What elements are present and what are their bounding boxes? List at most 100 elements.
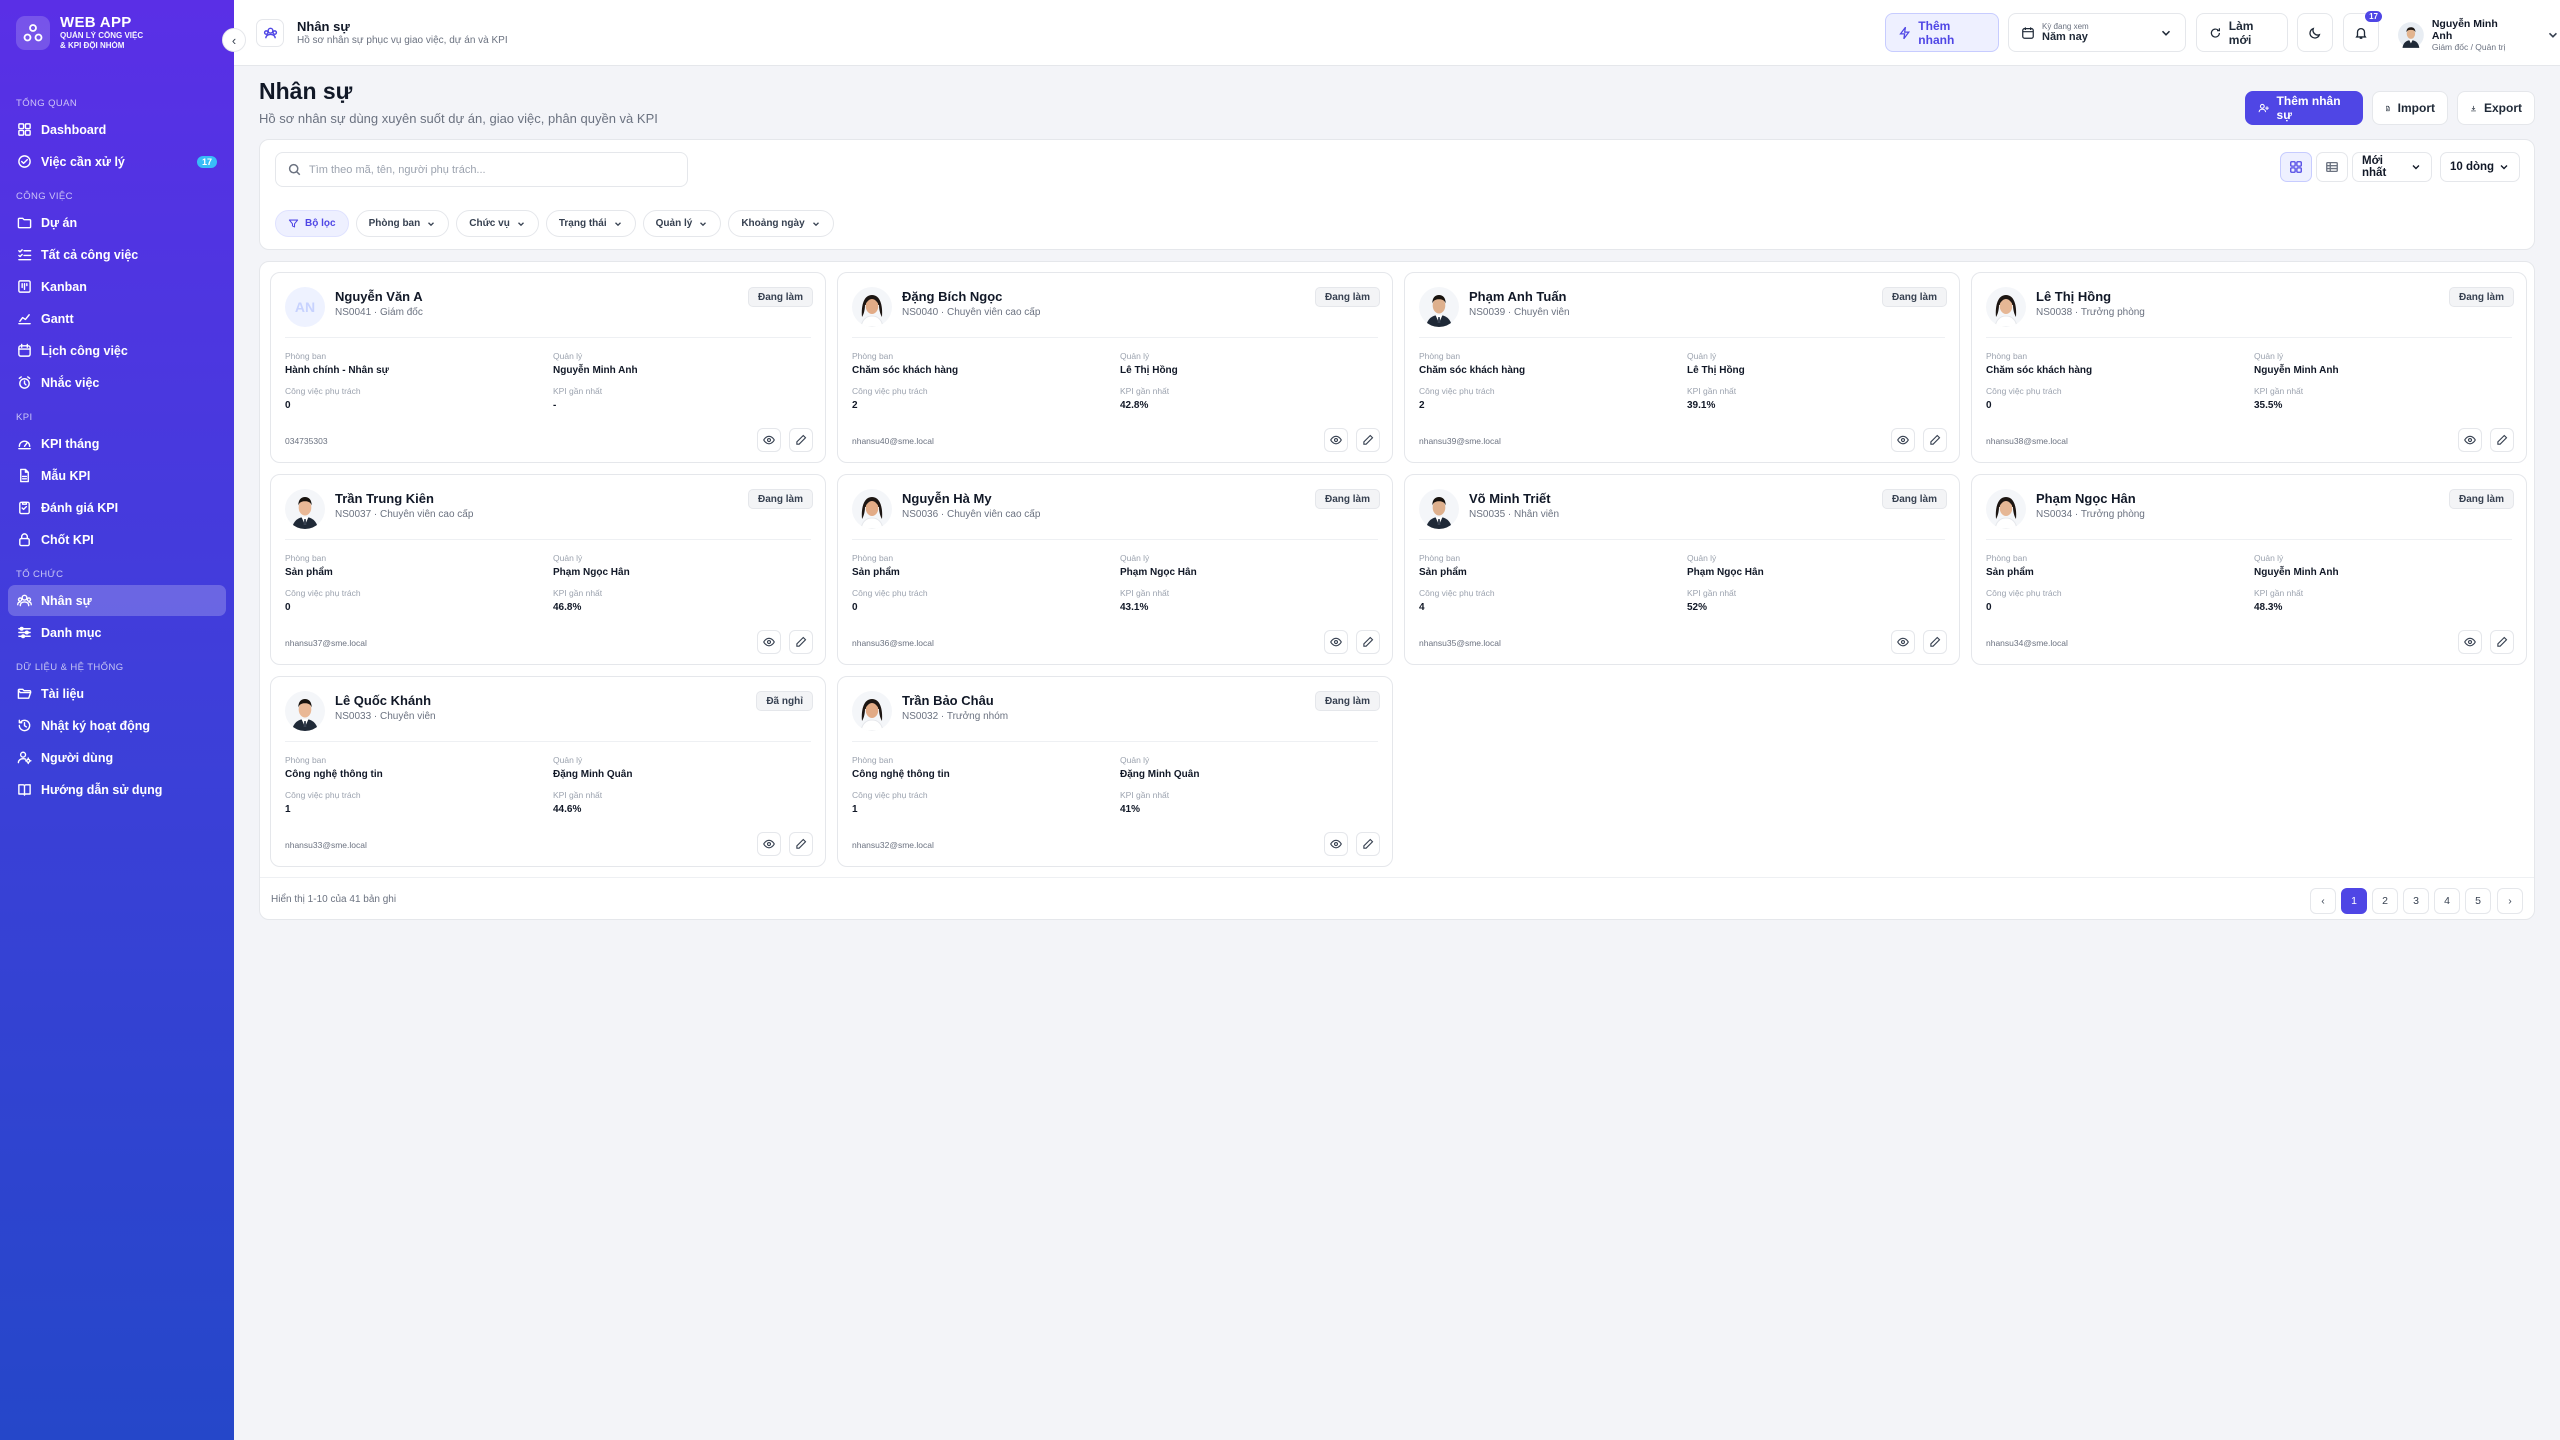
filter-button[interactable]: Bộ lọc: [275, 210, 349, 237]
page-size-select[interactable]: 10 dòng: [2440, 152, 2520, 182]
edit-button[interactable]: [789, 630, 813, 654]
kpi-label: KPI gần nhất: [1687, 588, 1737, 598]
sort-select[interactable]: Mới nhất: [2352, 152, 2432, 182]
avatar: [1986, 489, 2026, 529]
filter-chip-quan-ly[interactable]: Quản lý: [642, 210, 722, 237]
export-button[interactable]: Export: [2457, 91, 2535, 125]
prev-page-button[interactable]: ‹: [2310, 888, 2336, 914]
kpi-label: KPI gần nhất: [1120, 790, 1170, 800]
kpi-label: KPI gần nhất: [1687, 386, 1737, 396]
card-divider: [852, 741, 1378, 742]
employee-card[interactable]: Võ Minh Triết NS0035 · Nhân viên Đang là…: [1404, 474, 1960, 665]
view-button[interactable]: [2458, 428, 2482, 452]
theme-toggle-button[interactable]: [2297, 13, 2333, 52]
sidebar-item-tat-ca-cong-viec[interactable]: Tất cả công việc: [8, 239, 226, 270]
sidebar-item-gantt[interactable]: Gantt: [8, 303, 226, 334]
pencil-icon: [2497, 636, 2508, 647]
edit-button[interactable]: [2490, 428, 2514, 452]
sidebar-item-nguoi-dung[interactable]: Người dùng: [8, 742, 226, 773]
edit-button[interactable]: [789, 832, 813, 856]
edit-button[interactable]: [1356, 630, 1380, 654]
filter-chip-trang-thai[interactable]: Trạng thái: [545, 210, 636, 237]
employee-code-role: NS0035 · Nhân viên: [1469, 509, 1560, 520]
employee-card[interactable]: Lê Thị Hồng NS0038 · Trưởng phòng Đang l…: [1971, 272, 2527, 463]
sidebar-item-kanban[interactable]: Kanban: [8, 271, 226, 302]
employee-card[interactable]: Trần Trung Kiên NS0037 · Chuyên viên cao…: [270, 474, 826, 665]
page-button-5[interactable]: 5: [2465, 888, 2491, 914]
next-page-button[interactable]: ›: [2497, 888, 2523, 914]
view-button[interactable]: [1324, 428, 1348, 452]
sidebar-item-chot-kpi[interactable]: Chốt KPI: [8, 524, 226, 555]
employee-card[interactable]: Phạm Ngọc Hân NS0034 · Trưởng phòng Đang…: [1971, 474, 2527, 665]
table-view-button[interactable]: [2316, 152, 2348, 182]
chevron-down-icon: [2161, 30, 2171, 36]
edit-button[interactable]: [789, 428, 813, 452]
filter-chip-phong-ban[interactable]: Phòng ban: [355, 210, 450, 237]
import-button[interactable]: Import: [2372, 91, 2448, 125]
sidebar-item-kpi-thang[interactable]: KPI tháng: [8, 428, 226, 459]
employee-card[interactable]: Phạm Anh Tuấn NS0039 · Chuyên viên Đang …: [1404, 272, 1960, 463]
app-logo[interactable]: WEB APP QUẢN LÝ CÔNG VIỆC & KPI ĐỘI NHÓM: [16, 14, 143, 51]
sidebar-item-danh-gia-kpi[interactable]: Đánh giá KPI: [8, 492, 226, 523]
view-button[interactable]: [1324, 630, 1348, 654]
employee-card[interactable]: AN Nguyễn Văn A NS0041 · Giám đốc Đang l…: [270, 272, 826, 463]
employee-code-role: NS0033 · Chuyên viên: [335, 711, 436, 722]
count-badge: 17: [196, 155, 217, 168]
employee-card[interactable]: Đặng Bích Ngọc NS0040 · Chuyên viên cao …: [837, 272, 1393, 463]
employee-card[interactable]: Lê Quốc Khánh NS0033 · Chuyên viên Đã ng…: [270, 676, 826, 867]
page-button-1[interactable]: 1: [2341, 888, 2367, 914]
employee-card[interactable]: Nguyễn Hà My NS0036 · Chuyên viên cao cấ…: [837, 474, 1393, 665]
sidebar-item-viec-can-xu-ly[interactable]: Việc cần xử lý 17: [8, 146, 226, 177]
edit-button[interactable]: [1356, 832, 1380, 856]
search-box[interactable]: [275, 152, 688, 187]
edit-button[interactable]: [1923, 428, 1947, 452]
refresh-button[interactable]: Làm mới: [2196, 13, 2288, 52]
quick-add-button[interactable]: Thêm nhanh: [1885, 13, 1999, 52]
edit-button[interactable]: [1923, 630, 1947, 654]
sidebar-item-danh-muc[interactable]: Danh mục: [8, 617, 226, 648]
sidebar-item-huong-dan-su-dung[interactable]: Hướng dẫn sử dụng: [8, 774, 226, 805]
search-icon: [288, 163, 301, 176]
add-employee-button[interactable]: Thêm nhân sự: [2245, 91, 2363, 125]
employee-card[interactable]: Trần Bảo Châu NS0032 · Trưởng nhóm Đang …: [837, 676, 1393, 867]
filter-chip-khoang-ngay[interactable]: Khoảng ngày: [728, 210, 834, 237]
edit-button[interactable]: [1356, 428, 1380, 452]
view-button[interactable]: [757, 428, 781, 452]
period-select[interactable]: Kỳ đang xem Năm nay: [2008, 13, 2186, 52]
sidebar-item-nhan-su[interactable]: Nhân sự: [8, 585, 226, 616]
edit-button[interactable]: [2490, 630, 2514, 654]
sidebar-item-lich-cong-viec[interactable]: Lịch công việc: [8, 335, 226, 366]
status-badge: Đang làm: [1314, 691, 1380, 711]
filter-chip-chuc-vu[interactable]: Chức vụ: [456, 210, 539, 237]
view-button[interactable]: [1324, 832, 1348, 856]
bell-icon: [2355, 27, 2367, 39]
view-button[interactable]: [1891, 428, 1915, 452]
view-button[interactable]: [2458, 630, 2482, 654]
sidebar-item-mau-kpi[interactable]: Mẫu KPI: [8, 460, 226, 491]
page-button-2[interactable]: 2: [2372, 888, 2398, 914]
sidebar-item-nhat-ky-hoat-dong[interactable]: Nhật ký hoạt động: [8, 710, 226, 741]
grid-view-button[interactable]: [2280, 152, 2312, 182]
calendar-icon: [2022, 26, 2034, 39]
view-button[interactable]: [757, 832, 781, 856]
sidebar-item-nhac-viec[interactable]: Nhắc việc: [8, 367, 226, 398]
dept-label: Phòng ban: [1986, 351, 2028, 361]
sidebar-item-label: Nhật ký hoạt động: [41, 718, 151, 733]
search-input[interactable]: [309, 163, 669, 176]
eye-icon: [2464, 435, 2476, 445]
user-menu[interactable]: Nguyễn Minh Anh Giám đốc / Quản trị: [2398, 18, 2560, 52]
view-button[interactable]: [1891, 630, 1915, 654]
sidebar-item-dashboard[interactable]: Dashboard: [8, 114, 226, 145]
page-button-3[interactable]: 3: [2403, 888, 2429, 914]
refresh-label: Làm mới: [2228, 18, 2254, 47]
card-divider: [285, 741, 811, 742]
chevron-down-icon: [700, 221, 707, 226]
page-button-4[interactable]: 4: [2434, 888, 2460, 914]
sidebar-item-du-an[interactable]: Dự án: [8, 207, 226, 238]
book-icon: [18, 784, 31, 796]
collapse-sidebar-button[interactable]: ‹: [222, 28, 246, 52]
notifications-button[interactable]: 17: [2343, 11, 2382, 52]
topbar-title: Nhân sự: [297, 19, 350, 34]
view-button[interactable]: [757, 630, 781, 654]
sidebar-item-tai-lieu[interactable]: Tài liệu: [8, 678, 226, 709]
